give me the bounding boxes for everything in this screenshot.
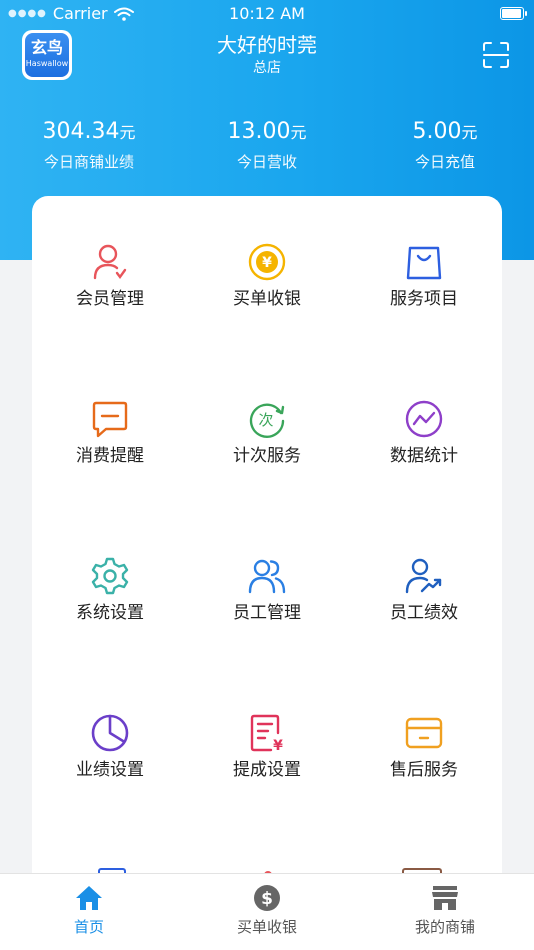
grid-item-label: 员工管理: [233, 603, 301, 623]
tab-label: 首页: [73, 918, 104, 936]
tab-my-store[interactable]: 我的商铺: [356, 874, 534, 950]
stat-value: 304.34: [42, 119, 120, 144]
staff-group-icon: [248, 559, 286, 594]
tab-bar: 首页 $ 买单收银 我的商铺: [0, 873, 534, 950]
stat-store-performance[interactable]: 304.34元 今日商铺业绩: [0, 118, 178, 173]
grid-item-staff-performance[interactable]: 员工绩效: [346, 510, 502, 667]
grid-item-services[interactable]: 服务项目: [346, 196, 502, 353]
status-bar: ●●●● Carrier 10:12 AM: [0, 0, 534, 28]
grid-item-label: 消费提醒: [76, 446, 144, 466]
stat-label: 今日营收: [236, 153, 297, 171]
grid-item-label: 计次服务: [233, 446, 301, 466]
stat-unit: 元: [290, 123, 307, 142]
store-header[interactable]: 大好的时莞 总店: [0, 32, 534, 78]
stat-label: 今日充值: [414, 153, 475, 171]
dollar-coin-icon: $: [254, 885, 280, 911]
grid-item-label: 员工绩效: [390, 603, 458, 623]
card-icon: [405, 717, 443, 749]
store-name: 大好的时莞: [217, 33, 317, 57]
commission-icon: ¥: [250, 714, 283, 753]
grid-item-label: 会员管理: [76, 289, 144, 309]
home-icon: [76, 886, 102, 910]
message-icon: [92, 401, 128, 438]
stat-value: 5.00: [412, 119, 462, 144]
svg-text:¥: ¥: [273, 738, 283, 753]
stat-label: 今日商铺业绩: [43, 153, 134, 171]
grid-item-reminder[interactable]: 消费提醒: [32, 353, 188, 510]
grid-item-label: 数据统计: [390, 446, 458, 466]
stat-value: 13.00: [227, 119, 291, 144]
staff-performance-icon: [405, 558, 442, 594]
shopping-bag-icon: [406, 246, 442, 280]
grid-item-label: 系统设置: [76, 603, 144, 623]
gear-icon: [91, 557, 129, 595]
scan-icon[interactable]: [482, 41, 510, 69]
tab-home[interactable]: 首页: [0, 874, 178, 950]
grid-item-label: 服务项目: [390, 289, 458, 309]
pie-chart-icon: [91, 714, 129, 752]
svg-text:次: 次: [258, 411, 273, 429]
tab-checkout[interactable]: $ 买单收银: [178, 874, 356, 950]
grid-item-label: 业绩设置: [76, 760, 144, 780]
store-branch: 总店: [253, 60, 281, 76]
function-panel: 会员管理 ¥ 买单收银 服务项目 消费提醒 次 计次服务 数据统计 系统设置 员…: [32, 196, 502, 896]
trend-circle-icon: [405, 400, 443, 438]
today-stats: 304.34元 今日商铺业绩 13.00元 今日营收 5.00元 今日充值: [0, 118, 534, 173]
stat-revenue[interactable]: 13.00元 今日营收: [178, 118, 356, 173]
svg-text:$: $: [261, 889, 273, 909]
yuan-coin-icon: ¥: [248, 243, 286, 281]
stat-unit: 元: [119, 123, 136, 142]
tab-label: 买单收银: [236, 918, 297, 936]
grid-item-checkout[interactable]: ¥ 买单收银: [189, 196, 345, 353]
battery-icon: [500, 7, 527, 20]
grid-item-staff-management[interactable]: 员工管理: [189, 510, 345, 667]
stat-unit: 元: [461, 123, 478, 142]
grid-item-performance-settings[interactable]: 业绩设置: [32, 667, 188, 824]
grid-item-label: 提成设置: [233, 760, 301, 780]
stat-recharge[interactable]: 5.00元 今日充值: [356, 118, 534, 173]
grid-item-count-service[interactable]: 次 计次服务: [189, 353, 345, 510]
grid-item-commission-settings[interactable]: ¥ 提成设置: [189, 667, 345, 824]
grid-item-system-settings[interactable]: 系统设置: [32, 510, 188, 667]
grid-item-statistics[interactable]: 数据统计: [346, 353, 502, 510]
member-icon: [93, 244, 127, 280]
grid-item-label: 买单收银: [233, 289, 301, 309]
grid-item-member[interactable]: 会员管理: [32, 196, 188, 353]
tab-label: 我的商铺: [414, 918, 475, 936]
grid-item-after-sales[interactable]: 售后服务: [346, 667, 502, 824]
store-icon: [432, 886, 458, 910]
status-time: 10:12 AM: [229, 4, 305, 23]
grid-item-label: 售后服务: [390, 760, 458, 780]
svg-text:¥: ¥: [262, 255, 272, 271]
count-cycle-icon: 次: [249, 403, 285, 438]
